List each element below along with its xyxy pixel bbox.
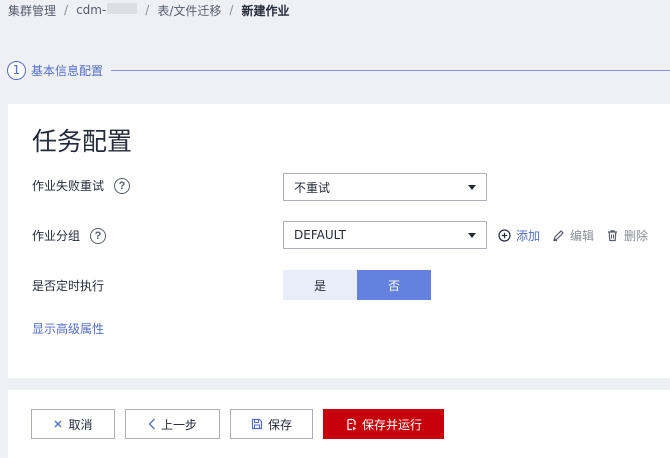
- prev-step-button[interactable]: 上一步: [125, 409, 220, 439]
- save-label: 保存: [267, 417, 292, 432]
- pencil-icon: [553, 229, 564, 241]
- add-group-label: 添加: [516, 228, 541, 243]
- step-indicator: 1 基本信息配置: [7, 60, 670, 80]
- prev-step-label: 上一步: [160, 417, 197, 432]
- breadcrumb-cluster-management[interactable]: 集群管理: [8, 2, 56, 19]
- breadcrumb-cluster[interactable]: cdm-: [76, 3, 138, 17]
- scheduled-label-row: 是否定时执行: [32, 277, 104, 294]
- edit-group-button[interactable]: 编辑: [552, 227, 594, 244]
- group-actions: 添加 编辑 删除: [498, 227, 660, 243]
- caret-down-icon: [468, 185, 476, 190]
- save-icon: [251, 418, 263, 430]
- retry-label: 作业失败重试: [32, 179, 105, 193]
- breadcrumb-current: 新建作业: [241, 3, 290, 18]
- breadcrumb-separator: /: [145, 3, 150, 17]
- step-label: 基本信息配置: [31, 63, 104, 78]
- help-icon[interactable]: ?: [114, 177, 131, 194]
- edit-group-label: 编辑: [570, 228, 595, 243]
- group-select-value: DEFAULT: [294, 228, 346, 242]
- trash-icon: [608, 229, 618, 241]
- group-label-row: 作业分组 ?: [32, 227, 107, 244]
- retry-select-value: 不重试: [294, 180, 331, 195]
- page-title: 任务配置: [32, 127, 133, 156]
- step-line: [111, 69, 670, 71]
- save-and-run-button[interactable]: 保存并运行: [323, 409, 444, 439]
- breadcrumb-separator: /: [64, 3, 69, 17]
- save-run-icon: [347, 418, 356, 430]
- step-number: 1: [7, 60, 26, 80]
- chevron-left-icon: [148, 418, 155, 430]
- scheduled-label: 是否定时执行: [32, 279, 105, 293]
- footer-bar: 取消 上一步 保存 保存并运行: [8, 390, 670, 458]
- delete-group-button[interactable]: 删除: [606, 227, 648, 244]
- scheduled-option-yes[interactable]: 是: [283, 270, 357, 300]
- scheduled-option-no[interactable]: 否: [357, 270, 431, 300]
- scheduled-toggle: 是 否: [283, 270, 431, 300]
- breadcrumb: 集群管理 / cdm- / 表/文件迁移 / 新建作业: [8, 2, 289, 18]
- retry-select[interactable]: 不重试: [283, 173, 487, 201]
- caret-down-icon: [468, 233, 476, 238]
- cancel-button[interactable]: 取消: [31, 409, 115, 439]
- show-advanced-link[interactable]: 显示高级属性: [32, 320, 104, 337]
- group-label: 作业分组: [32, 229, 81, 243]
- delete-group-label: 删除: [624, 228, 649, 243]
- help-icon[interactable]: ?: [90, 227, 107, 244]
- save-button[interactable]: 保存: [230, 409, 313, 439]
- task-config-card: 任务配置 作业失败重试 ? 不重试 作业分组 ? DEFAULT 添加 编辑 删…: [8, 104, 670, 378]
- plus-circle-icon: [498, 228, 511, 242]
- masked-text: [107, 3, 138, 14]
- breadcrumb-separator: /: [229, 3, 234, 17]
- close-icon: [54, 420, 62, 428]
- group-select[interactable]: DEFAULT: [283, 221, 487, 249]
- cancel-label: 取消: [68, 417, 93, 432]
- breadcrumb-migration[interactable]: 表/文件迁移: [157, 2, 221, 19]
- retry-label-row: 作业失败重试 ?: [32, 177, 131, 194]
- add-group-button[interactable]: 添加: [498, 227, 540, 244]
- save-and-run-label: 保存并运行: [361, 417, 422, 432]
